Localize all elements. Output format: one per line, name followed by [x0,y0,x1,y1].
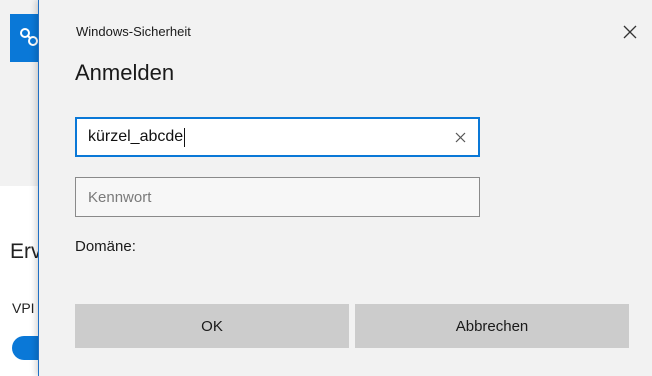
close-button[interactable] [619,21,641,43]
close-icon [623,25,637,39]
dialog-heading: Anmelden [75,60,175,85]
ok-button[interactable]: OK [75,304,349,348]
text-caret [184,127,186,147]
network-icon [20,28,38,46]
domain-label: Domäne: [75,238,136,255]
clear-icon [455,132,465,142]
background-heading: Erv [10,240,42,263]
password-value-wrap: Kennwort [88,178,151,216]
screen: Erv VPI Windows-Sicherheit Anmelden kürz… [0,0,652,376]
clear-username-button[interactable] [450,127,470,147]
password-field[interactable]: Kennwort [75,177,480,217]
username-value-wrap: kürzel_abcde [88,119,186,155]
username-value: kürzel_abcde [88,128,184,145]
background-vpn-label: VPI [12,300,35,316]
windows-security-dialog: Windows-Sicherheit Anmelden kürzel_abcde… [38,0,652,376]
dialog-title: Windows-Sicherheit [76,24,191,39]
cancel-button[interactable]: Abbrechen [355,304,629,348]
password-placeholder: Kennwort [88,188,152,206]
username-field[interactable]: kürzel_abcde [75,117,480,157]
